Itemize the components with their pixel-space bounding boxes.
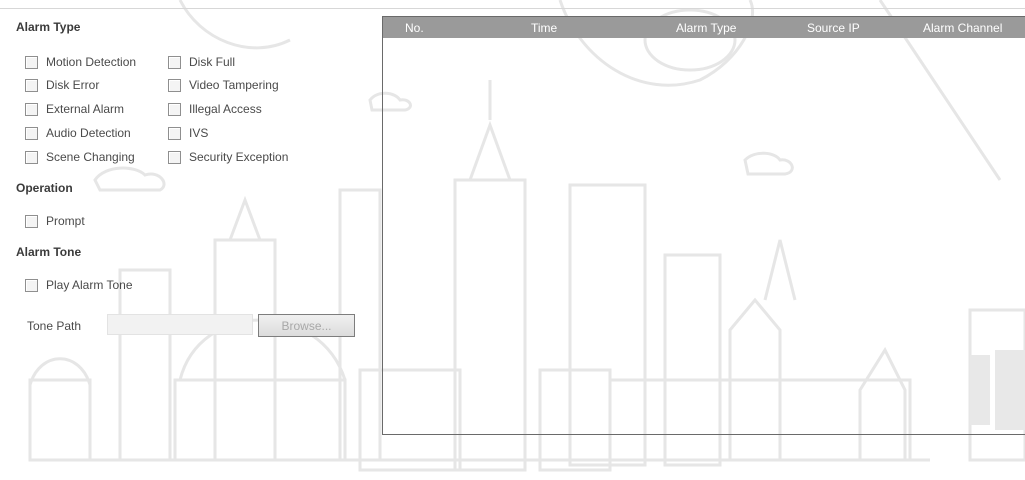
play-alarm-tone-label: Play Alarm Tone xyxy=(46,278,133,292)
external-alarm-label: External Alarm xyxy=(46,102,125,116)
illegal-access-option[interactable]: Illegal Access xyxy=(168,102,262,116)
motion-detection-checkbox[interactable] xyxy=(25,55,38,69)
play-alarm-tone-option[interactable]: Play Alarm Tone xyxy=(25,278,133,292)
disk-error-checkbox[interactable] xyxy=(25,78,38,92)
prompt-option[interactable]: Prompt xyxy=(25,214,85,228)
scene-changing-checkbox[interactable] xyxy=(25,150,38,164)
disk-error-option[interactable]: Disk Error xyxy=(25,78,99,92)
illegal-access-checkbox[interactable] xyxy=(168,102,181,116)
browse-button[interactable]: Browse... xyxy=(258,314,355,337)
column-header-alarm-channel[interactable]: Alarm Channel xyxy=(923,21,1002,35)
video-tampering-label: Video Tampering xyxy=(189,78,279,92)
tone-path-input[interactable] xyxy=(107,314,253,335)
column-header-source-ip[interactable]: Source IP xyxy=(807,21,860,35)
ivs-option[interactable]: IVS xyxy=(168,126,208,140)
motion-detection-option[interactable]: Motion Detection xyxy=(25,55,136,69)
operation-title: Operation xyxy=(16,181,73,195)
video-tampering-option[interactable]: Video Tampering xyxy=(168,78,279,92)
disk-full-label: Disk Full xyxy=(189,55,236,69)
illegal-access-label: Illegal Access xyxy=(189,102,262,116)
column-header-no[interactable]: No. xyxy=(405,21,424,35)
disk-error-label: Disk Error xyxy=(46,78,100,92)
ivs-checkbox[interactable] xyxy=(168,126,181,140)
prompt-label: Prompt xyxy=(46,214,85,228)
scene-changing-option[interactable]: Scene Changing xyxy=(25,150,135,164)
video-tampering-checkbox[interactable] xyxy=(168,78,181,92)
external-alarm-option[interactable]: External Alarm xyxy=(25,102,124,116)
tone-path-label: Tone Path xyxy=(27,319,82,333)
audio-detection-checkbox[interactable] xyxy=(25,126,38,140)
disk-full-checkbox[interactable] xyxy=(168,55,181,69)
audio-detection-option[interactable]: Audio Detection xyxy=(25,126,131,140)
alarm-tone-title: Alarm Tone xyxy=(16,245,82,259)
alarm-type-title: Alarm Type xyxy=(16,20,81,34)
security-exception-checkbox[interactable] xyxy=(168,150,181,164)
column-header-alarm-type[interactable]: Alarm Type xyxy=(676,21,736,35)
play-alarm-tone-checkbox[interactable] xyxy=(25,278,38,292)
scene-changing-label: Scene Changing xyxy=(46,150,135,164)
column-header-time[interactable]: Time xyxy=(531,21,557,35)
motion-detection-label: Motion Detection xyxy=(46,55,137,69)
alarm-settings-panel: Alarm Type Motion Detection Disk Full Di… xyxy=(0,0,380,480)
security-exception-label: Security Exception xyxy=(189,150,289,164)
audio-detection-label: Audio Detection xyxy=(46,126,131,140)
disk-full-option[interactable]: Disk Full xyxy=(168,55,235,69)
alarm-list-table: No. Time Alarm Type Source IP Alarm Chan… xyxy=(382,16,1025,435)
ivs-label: IVS xyxy=(189,126,209,140)
security-exception-option[interactable]: Security Exception xyxy=(168,150,288,164)
external-alarm-checkbox[interactable] xyxy=(25,102,38,116)
prompt-checkbox[interactable] xyxy=(25,214,38,228)
table-header: No. Time Alarm Type Source IP Alarm Chan… xyxy=(383,17,1025,38)
